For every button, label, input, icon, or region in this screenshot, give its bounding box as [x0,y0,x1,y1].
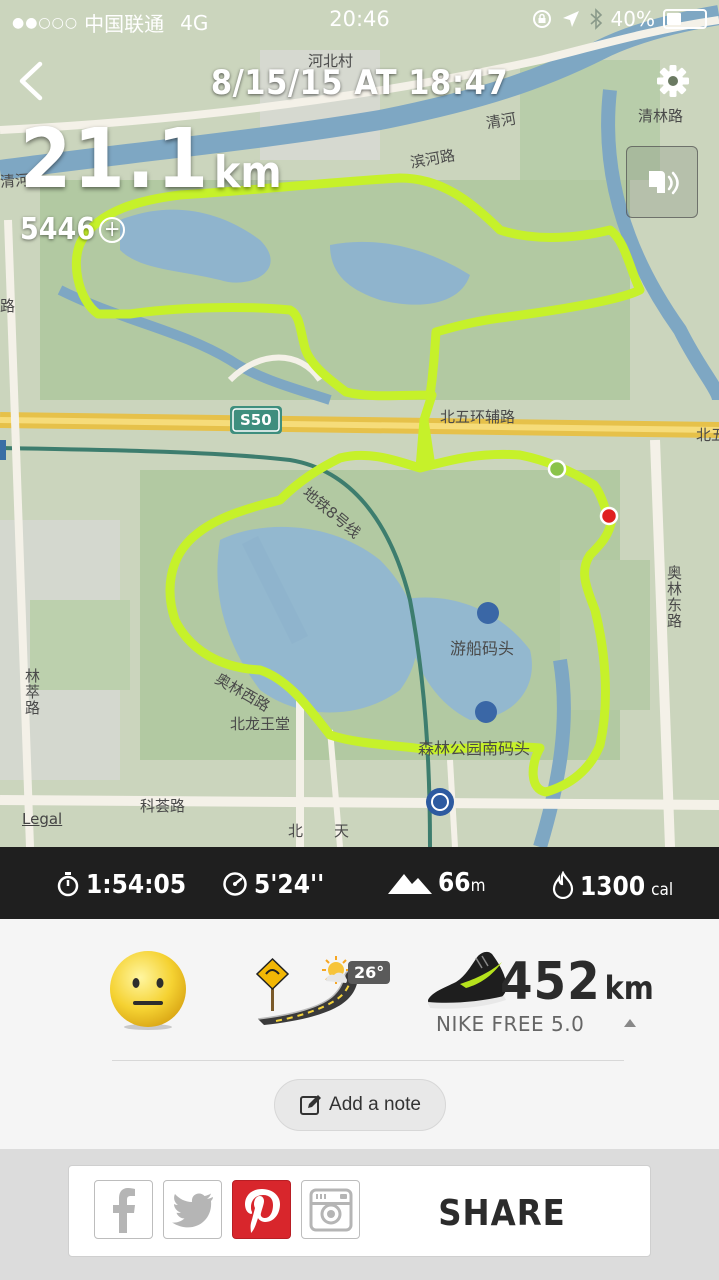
route-map[interactable]: 河北村 清林路 清河 滨河路 清河 S50 北五环辅路 北五 地铁8号线 游船码… [0,0,719,847]
location-arrow-icon [562,11,579,27]
map-label: 北龙王堂 [230,715,291,733]
twitter-share-button[interactable] [163,1180,222,1239]
settings-button[interactable] [654,62,692,100]
calories-value: 1300 [580,872,646,902]
mood-button[interactable] [107,950,189,1032]
elevation-unit: m [470,876,486,896]
highway-shield-s50: S50 [240,411,272,429]
run-date-title: 8/15/15 AT 18:47 [210,63,509,103]
battery-percent: 40% [610,7,655,31]
calories-stat: 1300 cal [552,867,673,902]
map-label: 北五 [696,426,719,444]
map-label: 游船码头 [450,639,515,658]
speedometer-icon [223,872,247,896]
nikefuel[interactable]: 5446 + [20,212,126,247]
rotation-lock-icon [532,10,551,28]
neutral-face-icon [110,951,186,1030]
pace-value: 5'24'' [254,870,325,900]
distance-value: 21.1 [20,112,211,207]
calories-unit: cal [651,880,674,900]
shoe-distance: 452 km [500,952,654,1012]
audio-feedback-button[interactable] [626,146,698,218]
status-bar: ●●○○○ 中国联通 4G 20:46 40% [0,0,719,40]
mountain-icon [388,874,432,894]
stats-bar: 1:54:05 5'24'' 66 m 1300 cal [0,847,719,919]
running-shoe-icon [428,951,507,1009]
legal-link[interactable]: Legal [22,810,62,828]
shoe-distance-unit: km [604,969,654,1007]
gear-icon [657,65,689,97]
distance-unit: km [214,147,282,198]
duration-stat: 1:54:05 [56,867,186,900]
pace-stat: 5'24'' [222,867,324,900]
stopwatch-icon [57,872,79,897]
map-label: 天 [334,822,350,840]
bluetooth-icon [590,8,602,30]
divider [112,1060,624,1061]
pinterest-share-button[interactable] [232,1180,291,1239]
pinterest-icon [244,1188,280,1233]
map-label: 路 [0,297,16,315]
duration-value: 1:54:05 [86,870,187,900]
shoe-selector[interactable]: NIKE FREE 5.0 [436,1012,584,1036]
camera-share-button[interactable] [301,1180,360,1239]
route-start-marker [547,459,567,479]
nikefuel-value: 5446 [20,212,96,247]
shoe-image[interactable] [426,942,508,1012]
battery-fill [667,13,682,25]
speaker-voice-icon [649,171,679,195]
camera-icon [309,1188,352,1231]
map-label: 科荟路 [140,797,186,815]
twitter-bird-icon [171,1193,213,1227]
map-label: 林萃路 [23,668,41,716]
elevation-stat: 66 m [388,867,485,898]
map-label: 奥林东路 [665,565,683,629]
map-label: 森林公园南码头 [418,739,531,758]
run-distance: 21.1 km [20,112,282,207]
shoe-distance-value: 452 [500,952,601,1012]
battery-icon [663,9,707,29]
facebook-icon [112,1187,135,1233]
dropdown-triangle-icon[interactable] [624,1019,636,1027]
add-note-button[interactable]: Add a note [274,1079,446,1131]
elevation-value: 66 [438,868,471,898]
edit-note-icon [300,1095,322,1115]
map-label: 北五环辅路 [440,408,516,426]
map-label: 北 [288,822,304,840]
facebook-share-button[interactable] [94,1180,153,1239]
add-note-label: Add a note [329,1094,421,1115]
share-button[interactable]: SHARE [420,1193,584,1234]
plus-circle-icon: + [99,216,126,243]
flame-icon [552,871,574,899]
route-end-marker [599,506,619,526]
temperature-badge: 26° [348,961,391,984]
map-label: 清林路 [638,107,684,125]
